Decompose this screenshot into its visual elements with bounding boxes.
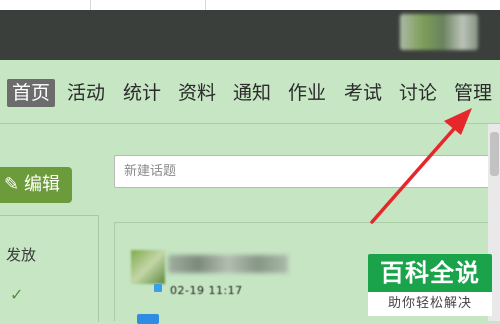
post-badge [154,284,162,292]
new-topic-box[interactable] [114,155,500,188]
watermark-logo: 百科全说 助你轻松解决 [368,254,492,316]
pencil-icon: ✎ [4,174,20,195]
nav-item-materials[interactable]: 资料 [178,79,216,107]
nav-item-manage[interactable]: 管理 [454,79,492,107]
strip-divider [205,0,206,10]
post-timestamp: 02-19 11:17 [170,284,243,297]
browser-top-strip [0,0,500,10]
user-avatar[interactable] [400,14,478,50]
nav-item-homework[interactable]: 作业 [288,79,326,107]
strip-divider [90,0,91,10]
left-panel [0,215,99,322]
edit-button-label: 编辑 [24,174,60,195]
post-tag [137,314,159,324]
nav-item-discussion[interactable]: 讨论 [399,79,437,107]
post-author-avatar[interactable] [131,250,165,284]
check-icon[interactable]: ✓ [10,285,23,304]
watermark-title: 百科全说 [368,254,492,292]
nav-item-notices[interactable]: 通知 [233,79,271,107]
scrollbar-thumb[interactable] [490,132,499,176]
nav-item-activity[interactable]: 活动 [67,79,105,107]
new-topic-input[interactable] [115,156,484,187]
nav-item-home[interactable]: 首页 [7,79,56,107]
post-author-name [168,255,288,273]
status-label: 发放 [6,246,37,264]
edit-button[interactable]: ✎ 编辑 [0,167,72,203]
nav-item-statistics[interactable]: 统计 [123,79,161,107]
watermark-subtitle: 助你轻松解决 [368,292,492,316]
nav-item-exams[interactable]: 考试 [344,79,382,107]
